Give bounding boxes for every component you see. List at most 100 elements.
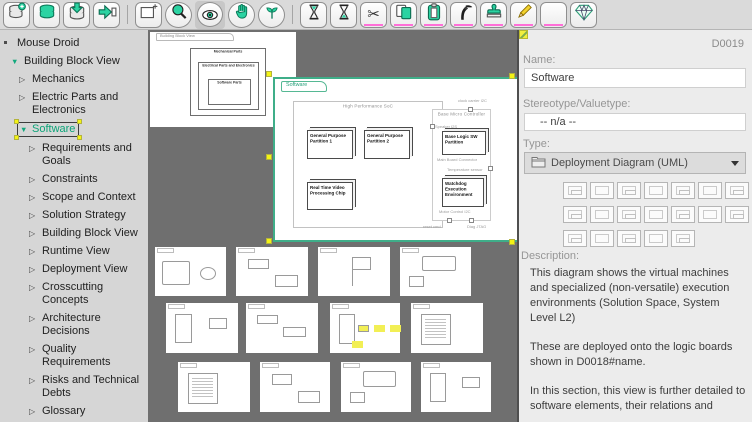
selection-handle[interactable]: [14, 119, 19, 124]
selection-handle[interactable]: [14, 135, 19, 140]
diagram-type-button[interactable]: [725, 206, 749, 223]
collapsed-triangle-icon[interactable]: [29, 312, 38, 325]
selection-handle[interactable]: [509, 239, 515, 245]
collapsed-triangle-icon[interactable]: [19, 91, 28, 104]
tree-item-mouse-droid[interactable]: Mouse Droid: [0, 34, 148, 52]
collapsed-triangle-icon[interactable]: [29, 374, 38, 387]
new-frame-button[interactable]: [135, 2, 162, 28]
type-dropdown[interactable]: Deployment Diagram (UML): [524, 152, 746, 174]
diagram-type-button[interactable]: [671, 206, 695, 223]
collapsed-triangle-icon[interactable]: [29, 173, 38, 186]
grow-button[interactable]: [258, 2, 285, 28]
diagram-thumbnail[interactable]: [400, 247, 471, 296]
export-button[interactable]: [93, 2, 120, 28]
selection-handle[interactable]: [509, 73, 515, 79]
base-micro-controller-container[interactable]: Base Micro Controller Base Logic SW Part…: [432, 109, 491, 221]
diagram-thumbnail[interactable]: [318, 247, 390, 296]
expanded-triangle-icon[interactable]: [11, 55, 20, 68]
diagram-type-button[interactable]: [590, 182, 614, 199]
node-gp-partition-2[interactable]: General Purpose Partition 2: [364, 130, 410, 159]
collapsed-triangle-icon[interactable]: [29, 263, 38, 276]
diagram-type-button[interactable]: [644, 230, 668, 247]
selection-handle[interactable]: [266, 71, 272, 77]
selected-diagram-page[interactable]: Software High Performance SoC General Pu…: [273, 77, 517, 242]
port[interactable]: [468, 107, 473, 112]
collapsed-triangle-icon[interactable]: [29, 405, 38, 418]
collapsed-triangle-icon[interactable]: [29, 209, 38, 222]
diagram-thumbnail[interactable]: [166, 303, 238, 353]
port[interactable]: [469, 218, 474, 223]
paste-button[interactable]: [420, 2, 447, 28]
diagram-thumbnail[interactable]: [411, 303, 483, 353]
collapsed-triangle-icon[interactable]: [29, 227, 38, 240]
collapsed-triangle-icon[interactable]: [29, 343, 38, 356]
diagram-type-button[interactable]: [698, 182, 722, 199]
diagram-type-button[interactable]: [590, 230, 614, 247]
note-corner-icon[interactable]: [519, 30, 528, 39]
diagram-type-button[interactable]: [563, 206, 587, 223]
database-add-button[interactable]: [3, 2, 30, 28]
diagram-thumbnail[interactable]: [236, 247, 308, 296]
collapsed-triangle-icon[interactable]: [29, 281, 38, 294]
empty-button[interactable]: [540, 2, 567, 28]
selected-tree-item[interactable]: Software: [17, 122, 79, 137]
port[interactable]: [488, 166, 493, 171]
tree-item-constraints[interactable]: Constraints: [0, 170, 148, 188]
diagram-type-button[interactable]: [617, 206, 641, 223]
diagram-type-button[interactable]: [671, 230, 695, 247]
diagram-type-button[interactable]: [644, 206, 668, 223]
tree-item-runtime-view[interactable]: Runtime View: [0, 242, 148, 260]
electrical-parts-box[interactable]: Electrical Parts and Electronics Softwar…: [198, 62, 259, 110]
mechanical-parts-box[interactable]: Mechanical Parts Electrical Parts and El…: [190, 48, 266, 116]
copy-button[interactable]: [390, 2, 417, 28]
diagram-thumbnail[interactable]: [330, 303, 400, 353]
diagram-type-button[interactable]: [563, 182, 587, 199]
diagram-type-button[interactable]: [671, 182, 695, 199]
view-button[interactable]: [195, 1, 225, 29]
tree-item-quality-requirements[interactable]: Quality Requirements: [0, 340, 148, 371]
description-text[interactable]: This diagram shows the virtual machines …: [530, 266, 747, 422]
diagram-type-button[interactable]: [617, 182, 641, 199]
database-save-button[interactable]: [63, 2, 90, 28]
diagram-thumbnail[interactable]: [260, 362, 330, 412]
hourglass-top-button[interactable]: [300, 2, 327, 28]
tree-item-mechanics[interactable]: Mechanics: [0, 70, 148, 88]
diagram-type-button[interactable]: [644, 182, 668, 199]
node-real-time-video[interactable]: Real Time Video Processing Chip: [307, 182, 353, 210]
tree-item-requirements-goals[interactable]: Requirements and Goals: [0, 139, 148, 170]
database-button[interactable]: [33, 2, 60, 28]
tree-item-electric-parts[interactable]: Electric Parts and Electronics: [0, 88, 148, 119]
collapsed-triangle-icon[interactable]: [19, 73, 28, 86]
tree-item-risks-technical-debts[interactable]: Risks and Technical Debts: [0, 371, 148, 402]
node-watchdog[interactable]: Watchdog Execution Environment: [442, 178, 484, 207]
tree-item-scope-context[interactable]: Scope and Context: [0, 188, 148, 206]
diagram-type-button[interactable]: [725, 182, 749, 199]
diagram-thumbnail[interactable]: [178, 362, 250, 412]
diagram-thumbnail[interactable]: [341, 362, 411, 412]
tree-item-deployment-view[interactable]: Deployment View: [0, 260, 148, 278]
pan-button[interactable]: [228, 2, 255, 28]
diagram-type-button[interactable]: [590, 206, 614, 223]
cut-button[interactable]: ✂: [360, 2, 387, 28]
port[interactable]: [447, 218, 452, 223]
port[interactable]: [430, 124, 435, 129]
delete-button[interactable]: [450, 2, 477, 28]
diagram-type-button[interactable]: [617, 230, 641, 247]
stamp-button[interactable]: [480, 2, 507, 28]
tree-item-crosscutting-concepts[interactable]: Crosscutting Concepts: [0, 278, 148, 309]
tree-item-building-block-view[interactable]: Building Block View: [0, 52, 148, 70]
node-gp-partition-1[interactable]: General Purpose Partition 1: [307, 130, 353, 159]
gem-button[interactable]: [570, 2, 597, 28]
tree-item-architecture-decisions[interactable]: Architecture Decisions: [0, 309, 148, 340]
tree-item-software[interactable]: Software: [0, 119, 148, 139]
selection-handle[interactable]: [77, 135, 82, 140]
diagram-type-button[interactable]: [698, 206, 722, 223]
diagram-canvas[interactable]: Building Block View Mechanical Parts Ele…: [148, 30, 517, 422]
software-parts-box[interactable]: Software Parts: [208, 79, 251, 105]
diagram-thumbnail[interactable]: [421, 362, 491, 412]
tree-item-solution-strategy[interactable]: Solution Strategy: [0, 206, 148, 224]
diagram-thumbnail[interactable]: [155, 247, 226, 296]
node-base-logic-sw[interactable]: Base Logic SW Partition: [442, 131, 486, 155]
expanded-triangle-icon[interactable]: [20, 123, 29, 136]
collapsed-triangle-icon[interactable]: [29, 191, 38, 204]
